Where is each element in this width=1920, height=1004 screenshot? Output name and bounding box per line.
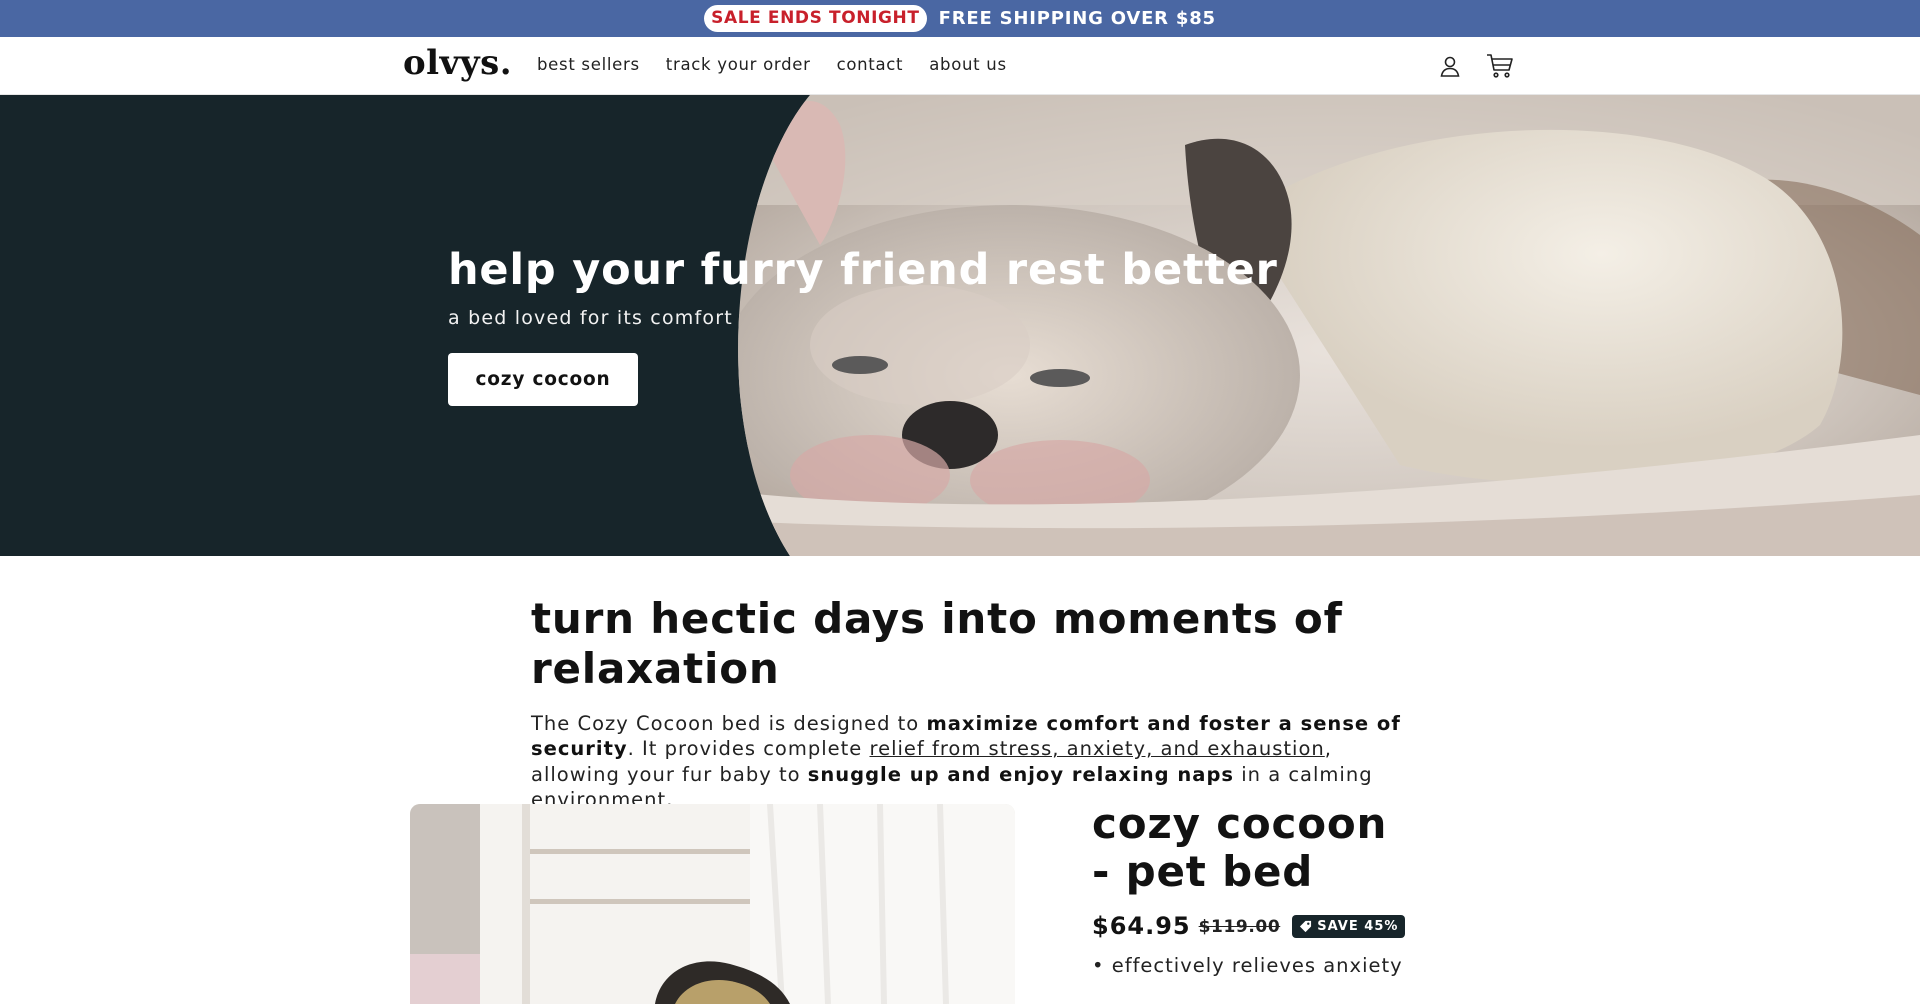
product-photo	[410, 804, 1015, 1004]
save-badge: SAVE 45%	[1292, 914, 1406, 938]
hero-shop-button[interactable]: cozy cocoon	[448, 352, 638, 406]
compare-price: $119.00	[1198, 917, 1281, 937]
announcement-bar: SALE ENDS TONIGHT FREE SHIPPING OVER $85	[0, 0, 1920, 37]
sale-pill: SALE ENDS TONIGHT	[704, 5, 927, 32]
hero-banner: help your furry friend rest better a bed…	[0, 95, 1920, 556]
product-image[interactable]	[410, 804, 1015, 1004]
product-title: cozy cocoon - pet bed	[1092, 799, 1388, 896]
main-nav: best sellers track your order contact ab…	[537, 55, 1007, 74]
nav-track-order[interactable]: track your order	[666, 55, 811, 74]
nav-about-us[interactable]: about us	[929, 55, 1007, 74]
desc-bold-2: snuggle up and enjoy relaxing naps	[807, 762, 1235, 786]
site-header: olvys. best sellers track your order con…	[0, 37, 1920, 95]
free-shipping-text: FREE SHIPPING OVER $85	[938, 8, 1216, 29]
logo[interactable]: olvys.	[403, 43, 512, 83]
nav-best-sellers[interactable]: best sellers	[537, 55, 640, 74]
section-description: The Cozy Cocoon bed is designed to maxim…	[531, 711, 1401, 813]
section-heading: turn hectic days into moments of relaxat…	[531, 594, 1343, 694]
price-row: $64.95 $119.00 SAVE 45%	[1092, 912, 1412, 940]
desc-link[interactable]: relief from stress, anxiety, and exhaust…	[869, 737, 1324, 760]
product-bullet: • effectively relieves anxiety	[1092, 954, 1403, 977]
desc-text-1: The Cozy Cocoon bed is designed to	[531, 711, 927, 735]
product-info: cozy cocoon - pet bed $64.95 $119.00 SAV…	[1092, 800, 1412, 978]
save-badge-text: SAVE 45%	[1317, 918, 1399, 934]
desc-text-2: . It provides complete	[627, 737, 870, 761]
relaxation-section: turn hectic days into moments of relaxat…	[531, 594, 1411, 813]
hero-title: help your furry friend rest better	[448, 245, 1278, 295]
nav-contact[interactable]: contact	[837, 55, 904, 74]
account-icon[interactable]	[1436, 52, 1464, 80]
tag-icon	[1300, 920, 1312, 932]
cart-icon[interactable]	[1486, 52, 1514, 80]
sale-price: $64.95	[1092, 912, 1191, 940]
header-icons	[1436, 52, 1514, 80]
hero-subtitle: a bed loved for its comfort	[448, 306, 733, 329]
hero-text: help your furry friend rest better a bed…	[448, 245, 1278, 406]
